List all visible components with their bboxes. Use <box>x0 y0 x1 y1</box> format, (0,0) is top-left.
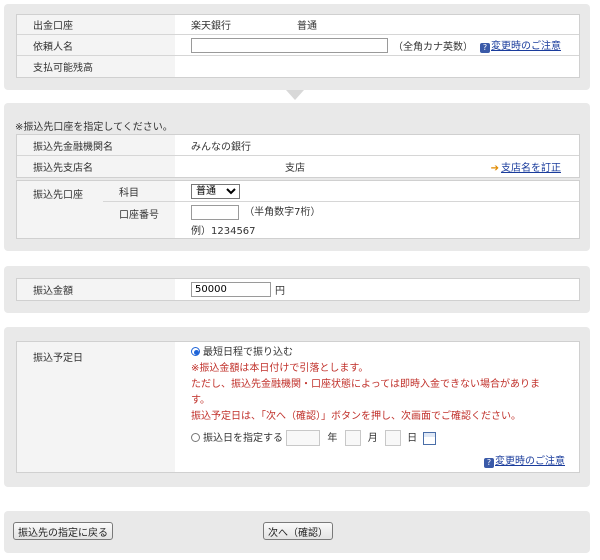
change-notice-link[interactable]: ? 変更時のご注意 <box>480 37 561 53</box>
schedule-change-notice-link[interactable]: ? 変更時のご注意 <box>484 452 565 468</box>
radio-selected-icon[interactable] <box>191 347 200 356</box>
radio-unselected-icon[interactable] <box>191 433 200 442</box>
account-number-input[interactable] <box>191 205 239 220</box>
month-input[interactable] <box>344 430 361 446</box>
note-line-1: ※振込金額は本日付けで引落とします。 <box>191 363 369 374</box>
specify-date-option: 振込日を指定する 年 月 日 <box>191 430 437 447</box>
schedule-table: 振込予定日 最短日程で振り込む ※振込金額は本日付けで引落とします。 ただし、振… <box>16 341 580 473</box>
note-line-2: ただし、振込先金融機関・口座状態によっては即時入金できない場合がありま <box>191 379 540 390</box>
account-type: 普通 <box>297 21 317 32</box>
amount-unit: 円 <box>275 286 285 297</box>
requester-label: 依頼人名 <box>17 35 175 55</box>
number-example: 例）1234567 <box>191 226 256 237</box>
dest-account-label: 振込先口座 <box>17 181 103 238</box>
down-arrow-icon <box>286 90 304 100</box>
year-input[interactable] <box>286 430 321 446</box>
destination-panel: ※振込先口座を指定してください。 振込先金融機関名 みんなの銀行 振込先支店名 … <box>4 103 590 251</box>
account-label: 出金口座 <box>17 15 175 34</box>
note-line-3: す。 <box>191 395 210 406</box>
number-hint: （半角数字7桁） <box>244 207 321 218</box>
amount-input[interactable] <box>191 282 271 297</box>
dest-branch-value: 支店 <box>285 163 305 174</box>
requester-name-input[interactable] <box>191 37 388 53</box>
destination-table: 振込先金融機関名 みんなの銀行 振込先支店名 支店 ➔ 支店名を訂正 <box>16 134 580 178</box>
source-account-table: 出金口座 楽天銀行 普通 依頼人名 （全角カナ英数） ? 変更時のご注意 支払可能… <box>16 14 580 78</box>
back-button[interactable]: 振込先の指定に戻る <box>13 522 113 540</box>
help-icon: ? <box>480 43 490 53</box>
bank-name: 楽天銀行 <box>191 21 231 32</box>
dest-bank-value: みんなの銀行 <box>191 141 251 153</box>
requester-hint: （全角カナ英数） <box>393 41 473 53</box>
amount-panel: 振込金額 円 <box>4 266 590 313</box>
source-account-panel: 出金口座 楽天銀行 普通 依頼人名 （全角カナ英数） ? 変更時のご注意 支払可能… <box>4 4 590 90</box>
arrow-right-icon: ➔ <box>490 163 499 174</box>
branch-fix-link[interactable]: ➔ 支店名を訂正 <box>491 159 561 174</box>
subject-label: 科目 <box>103 181 175 201</box>
day-input[interactable] <box>384 430 401 446</box>
help-icon: ? <box>484 458 494 468</box>
dest-branch-label: 振込先支店名 <box>17 156 175 177</box>
number-label: 口座番号 <box>103 202 175 238</box>
next-button[interactable]: 次へ（確認） <box>263 522 333 540</box>
amount-label: 振込金額 <box>17 279 175 300</box>
destination-instruction: ※振込先口座を指定してください。 <box>15 122 173 133</box>
button-bar: 振込先の指定に戻る 次へ（確認） <box>4 511 590 553</box>
dest-account-table: 振込先口座 科目 普通 口座番号 （半角数字7桁） 例）1234567 <box>16 180 580 239</box>
subject-select[interactable]: 普通 <box>191 183 240 199</box>
calendar-icon[interactable] <box>423 431 437 445</box>
schedule-label: 振込予定日 <box>17 342 175 472</box>
balance-value <box>175 56 579 77</box>
earliest-option[interactable]: 最短日程で振り込む <box>191 345 293 361</box>
dest-bank-label: 振込先金融機関名 <box>17 135 175 155</box>
balance-label: 支払可能残高 <box>17 56 175 77</box>
amount-table: 振込金額 円 <box>16 278 580 301</box>
schedule-panel: 振込予定日 最短日程で振り込む ※振込金額は本日付けで引落とします。 ただし、振… <box>4 327 590 487</box>
note-line-4: 振込予定日は、「次へ（確認）」ボタンを押し、次画面でご確認ください。 <box>191 411 521 422</box>
